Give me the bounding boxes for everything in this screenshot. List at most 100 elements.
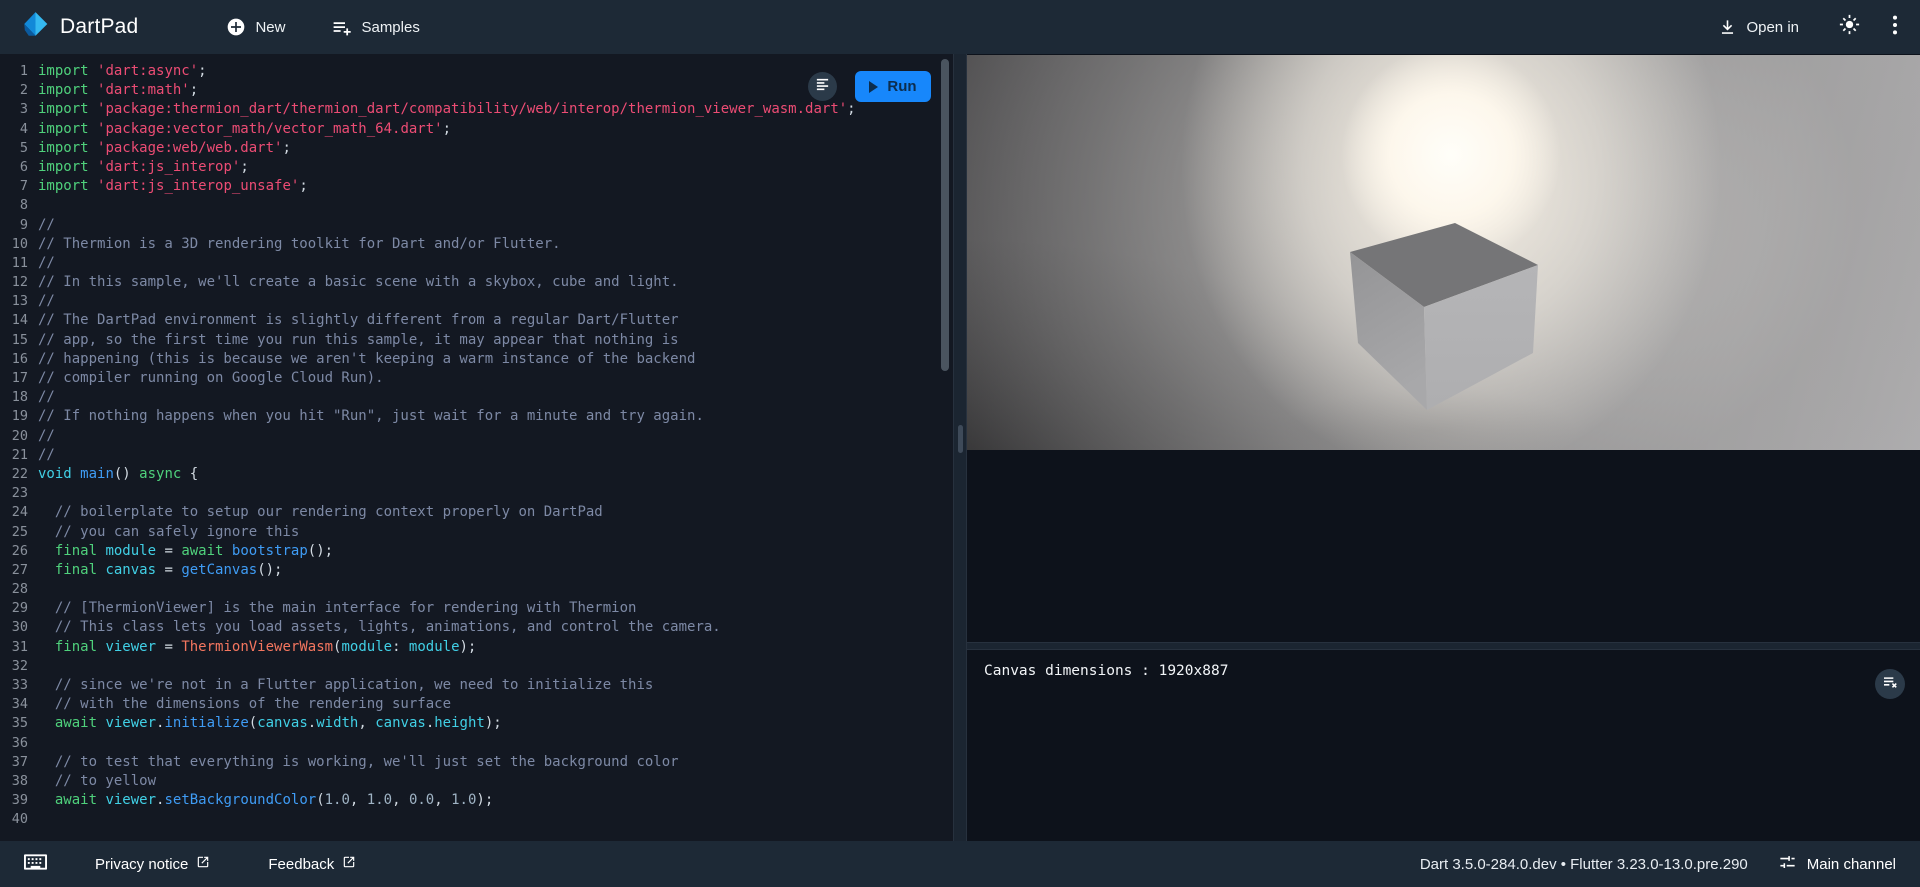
code-token [89, 81, 97, 100]
open-in-button[interactable]: Open in [1718, 18, 1799, 37]
code-line: 20// [0, 427, 953, 446]
code-token: 0.0 [409, 791, 434, 810]
code-token: viewer [105, 638, 156, 657]
code-token: await [55, 714, 97, 733]
code-token: width [316, 714, 358, 733]
code-token: ; [847, 100, 855, 119]
line-number: 38 [0, 772, 38, 791]
code-line: 30 // This class lets you load assets, l… [0, 618, 953, 637]
code-line: 12// In this sample, we'll create a basi… [0, 273, 953, 292]
code-token: import [38, 158, 89, 177]
samples-button[interactable]: Samples [331, 17, 419, 38]
code-token: . [308, 714, 316, 733]
play-icon [869, 81, 878, 93]
code-token: setBackgroundColor [164, 791, 316, 810]
line-number: 25 [0, 523, 38, 542]
code-token: viewer [105, 714, 156, 733]
code-token [38, 561, 55, 580]
code-line: 11// [0, 254, 953, 273]
run-button[interactable]: Run [855, 71, 931, 102]
new-button[interactable]: New [226, 17, 285, 37]
code-token: . [156, 791, 164, 810]
code-token: canvas [105, 561, 156, 580]
code-token [38, 503, 55, 522]
code-token [72, 465, 80, 484]
code-token: final [55, 638, 97, 657]
code-token: 'dart:async' [97, 62, 198, 81]
line-number: 27 [0, 561, 38, 580]
line-number: 21 [0, 446, 38, 465]
render-canvas-3d-viewport[interactable] [967, 55, 1920, 450]
code-token [89, 177, 97, 196]
code-token: ; [443, 120, 451, 139]
code-area: 1import 'dart:async';2import 'dart:math'… [0, 62, 953, 830]
code-token: (); [257, 561, 282, 580]
code-line: 22void main() async { [0, 465, 953, 484]
code-token: // If nothing happens when you hit "Run"… [38, 407, 704, 426]
channel-selector-button[interactable]: Main channel [1778, 853, 1896, 876]
format-button[interactable] [808, 72, 837, 101]
code-token: ); [476, 791, 493, 810]
feedback-link[interactable]: Feedback [268, 855, 356, 873]
code-line: 3import 'package:thermion_dart/thermion_… [0, 100, 953, 119]
code-token: . [156, 714, 164, 733]
open-in-new-icon [342, 855, 356, 873]
code-token: 1.0 [325, 791, 350, 810]
line-number: 37 [0, 753, 38, 772]
privacy-notice-link[interactable]: Privacy notice [95, 855, 210, 873]
line-number: 32 [0, 657, 38, 676]
top-app-bar: DartPad New Samples Open in [0, 0, 1920, 54]
code-token [97, 561, 105, 580]
line-number: 5 [0, 139, 38, 158]
editor-splitter[interactable] [953, 54, 967, 841]
code-token: ThermionViewerWasm [181, 638, 333, 657]
code-line: 34 // with the dimensions of the renderi… [0, 695, 953, 714]
code-token: final [55, 542, 97, 561]
code-token [89, 100, 97, 119]
code-token: = [156, 638, 181, 657]
code-token: { [181, 465, 198, 484]
code-token [223, 542, 231, 561]
code-token: // [38, 446, 55, 465]
line-number: 10 [0, 235, 38, 254]
code-token: ; [282, 139, 290, 158]
code-editor[interactable]: 1import 'dart:async';2import 'dart:math'… [0, 54, 953, 841]
code-token: await [55, 791, 97, 810]
editor-scrollbar-thumb[interactable] [941, 59, 949, 371]
overflow-menu-button[interactable] [1892, 14, 1898, 41]
line-number: 33 [0, 676, 38, 695]
code-line: 37 // to test that everything is working… [0, 753, 953, 772]
code-line: 7import 'dart:js_interop_unsafe'; [0, 177, 953, 196]
code-token: import [38, 100, 89, 119]
code-token: // [38, 216, 55, 235]
code-token: ; [190, 81, 198, 100]
console-splitter[interactable] [967, 642, 1920, 650]
code-token: final [55, 561, 97, 580]
privacy-notice-label: Privacy notice [95, 856, 188, 873]
code-line: 26 final module = await bootstrap(); [0, 542, 953, 561]
code-line: 38 // to yellow [0, 772, 953, 791]
code-token [89, 139, 97, 158]
code-token: ; [198, 62, 206, 81]
brightness-toggle-button[interactable] [1839, 14, 1860, 40]
keyboard-icon [24, 853, 47, 875]
output-pane: Canvas dimensions : 1920x887 [967, 54, 1920, 841]
code-line: 16// happening (this is because we aren'… [0, 350, 953, 369]
app-title: DartPad [60, 15, 138, 39]
code-token: module [409, 638, 460, 657]
code-token: 'package:thermion_dart/thermion_dart/com… [97, 100, 847, 119]
keyboard-shortcuts-button[interactable] [24, 853, 47, 875]
code-token [38, 714, 55, 733]
code-token: 'dart:js_interop_unsafe' [97, 177, 299, 196]
splitter-grip [958, 425, 963, 453]
line-number: 19 [0, 407, 38, 426]
code-token: module [341, 638, 392, 657]
code-token: module [105, 542, 156, 561]
code-line: 24 // boilerplate to setup our rendering… [0, 503, 953, 522]
code-token: initialize [164, 714, 248, 733]
code-token: (); [308, 542, 333, 561]
code-token: height [434, 714, 485, 733]
clear-console-button[interactable] [1875, 669, 1905, 699]
code-token: // to test that everything is working, w… [55, 753, 679, 772]
code-line: 5import 'package:web/web.dart'; [0, 139, 953, 158]
